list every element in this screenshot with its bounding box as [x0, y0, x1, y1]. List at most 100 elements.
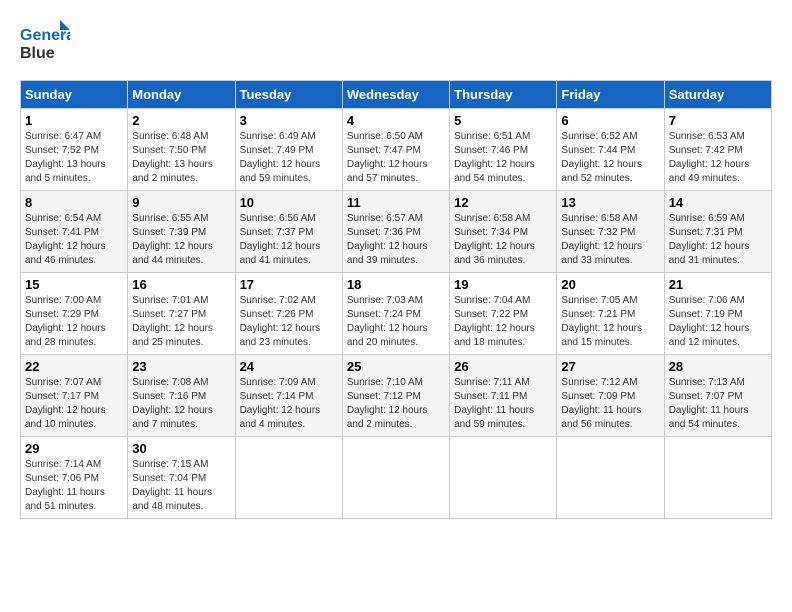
day-info: Sunrise: 7:05 AM Sunset: 7:21 PM Dayligh… — [561, 294, 659, 350]
day-info: Sunrise: 6:59 AM Sunset: 7:31 PM Dayligh… — [669, 212, 767, 268]
day-cell: 21 Sunrise: 7:06 AM Sunset: 7:19 PM Dayl… — [664, 273, 771, 355]
day-info: Sunrise: 7:15 AM Sunset: 7:04 PM Dayligh… — [132, 458, 230, 514]
column-header-wednesday: Wednesday — [342, 81, 449, 109]
day-cell: 3 Sunrise: 6:49 AM Sunset: 7:49 PM Dayli… — [235, 109, 342, 191]
day-cell: 19 Sunrise: 7:04 AM Sunset: 7:22 PM Dayl… — [450, 273, 557, 355]
day-number: 25 — [347, 359, 445, 374]
svg-text:Blue: Blue — [20, 45, 55, 62]
day-cell: 14 Sunrise: 6:59 AM Sunset: 7:31 PM Dayl… — [664, 191, 771, 273]
day-cell: 23 Sunrise: 7:08 AM Sunset: 7:16 PM Dayl… — [128, 355, 235, 437]
day-number: 13 — [561, 195, 659, 210]
day-number: 22 — [25, 359, 123, 374]
day-number: 26 — [454, 359, 552, 374]
column-header-saturday: Saturday — [664, 81, 771, 109]
day-cell: 24 Sunrise: 7:09 AM Sunset: 7:14 PM Dayl… — [235, 355, 342, 437]
day-number: 16 — [132, 277, 230, 292]
day-info: Sunrise: 7:13 AM Sunset: 7:07 PM Dayligh… — [669, 376, 767, 432]
day-cell: 27 Sunrise: 7:12 AM Sunset: 7:09 PM Dayl… — [557, 355, 664, 437]
day-number: 23 — [132, 359, 230, 374]
day-cell: 6 Sunrise: 6:52 AM Sunset: 7:44 PM Dayli… — [557, 109, 664, 191]
calendar-week-row: 29 Sunrise: 7:14 AM Sunset: 7:06 PM Dayl… — [21, 437, 772, 519]
calendar-header-row: SundayMondayTuesdayWednesdayThursdayFrid… — [21, 81, 772, 109]
calendar-week-row: 22 Sunrise: 7:07 AM Sunset: 7:17 PM Dayl… — [21, 355, 772, 437]
empty-day-cell — [664, 437, 771, 519]
day-info: Sunrise: 7:00 AM Sunset: 7:29 PM Dayligh… — [25, 294, 123, 350]
day-cell: 2 Sunrise: 6:48 AM Sunset: 7:50 PM Dayli… — [128, 109, 235, 191]
day-info: Sunrise: 6:50 AM Sunset: 7:47 PM Dayligh… — [347, 130, 445, 186]
day-cell: 16 Sunrise: 7:01 AM Sunset: 7:27 PM Dayl… — [128, 273, 235, 355]
day-info: Sunrise: 6:52 AM Sunset: 7:44 PM Dayligh… — [561, 130, 659, 186]
day-info: Sunrise: 7:14 AM Sunset: 7:06 PM Dayligh… — [25, 458, 123, 514]
day-info: Sunrise: 6:58 AM Sunset: 7:34 PM Dayligh… — [454, 212, 552, 268]
day-number: 28 — [669, 359, 767, 374]
day-number: 6 — [561, 113, 659, 128]
empty-day-cell — [342, 437, 449, 519]
day-number: 3 — [240, 113, 338, 128]
day-info: Sunrise: 7:10 AM Sunset: 7:12 PM Dayligh… — [347, 376, 445, 432]
day-cell: 7 Sunrise: 6:53 AM Sunset: 7:42 PM Dayli… — [664, 109, 771, 191]
day-number: 27 — [561, 359, 659, 374]
day-info: Sunrise: 6:54 AM Sunset: 7:41 PM Dayligh… — [25, 212, 123, 268]
day-info: Sunrise: 6:56 AM Sunset: 7:37 PM Dayligh… — [240, 212, 338, 268]
empty-day-cell — [450, 437, 557, 519]
day-info: Sunrise: 7:06 AM Sunset: 7:19 PM Dayligh… — [669, 294, 767, 350]
day-cell: 18 Sunrise: 7:03 AM Sunset: 7:24 PM Dayl… — [342, 273, 449, 355]
day-cell: 1 Sunrise: 6:47 AM Sunset: 7:52 PM Dayli… — [21, 109, 128, 191]
day-info: Sunrise: 7:08 AM Sunset: 7:16 PM Dayligh… — [132, 376, 230, 432]
day-cell: 28 Sunrise: 7:13 AM Sunset: 7:07 PM Dayl… — [664, 355, 771, 437]
day-info: Sunrise: 6:57 AM Sunset: 7:36 PM Dayligh… — [347, 212, 445, 268]
day-number: 1 — [25, 113, 123, 128]
day-info: Sunrise: 7:11 AM Sunset: 7:11 PM Dayligh… — [454, 376, 552, 432]
day-number: 15 — [25, 277, 123, 292]
day-number: 21 — [669, 277, 767, 292]
day-info: Sunrise: 6:49 AM Sunset: 7:49 PM Dayligh… — [240, 130, 338, 186]
day-number: 5 — [454, 113, 552, 128]
day-number: 7 — [669, 113, 767, 128]
day-info: Sunrise: 6:48 AM Sunset: 7:50 PM Dayligh… — [132, 130, 230, 186]
day-cell: 15 Sunrise: 7:00 AM Sunset: 7:29 PM Dayl… — [21, 273, 128, 355]
day-number: 18 — [347, 277, 445, 292]
column-header-thursday: Thursday — [450, 81, 557, 109]
day-cell: 10 Sunrise: 6:56 AM Sunset: 7:37 PM Dayl… — [235, 191, 342, 273]
day-cell: 20 Sunrise: 7:05 AM Sunset: 7:21 PM Dayl… — [557, 273, 664, 355]
day-number: 12 — [454, 195, 552, 210]
day-number: 2 — [132, 113, 230, 128]
day-number: 8 — [25, 195, 123, 210]
column-header-friday: Friday — [557, 81, 664, 109]
day-info: Sunrise: 7:03 AM Sunset: 7:24 PM Dayligh… — [347, 294, 445, 350]
day-cell: 30 Sunrise: 7:15 AM Sunset: 7:04 PM Dayl… — [128, 437, 235, 519]
day-info: Sunrise: 6:58 AM Sunset: 7:32 PM Dayligh… — [561, 212, 659, 268]
day-cell: 29 Sunrise: 7:14 AM Sunset: 7:06 PM Dayl… — [21, 437, 128, 519]
day-info: Sunrise: 7:07 AM Sunset: 7:17 PM Dayligh… — [25, 376, 123, 432]
day-info: Sunrise: 7:02 AM Sunset: 7:26 PM Dayligh… — [240, 294, 338, 350]
day-number: 14 — [669, 195, 767, 210]
day-cell: 5 Sunrise: 6:51 AM Sunset: 7:46 PM Dayli… — [450, 109, 557, 191]
day-number: 30 — [132, 441, 230, 456]
day-cell: 17 Sunrise: 7:02 AM Sunset: 7:26 PM Dayl… — [235, 273, 342, 355]
logo: General Blue — [20, 20, 76, 70]
day-info: Sunrise: 6:53 AM Sunset: 7:42 PM Dayligh… — [669, 130, 767, 186]
day-info: Sunrise: 7:09 AM Sunset: 7:14 PM Dayligh… — [240, 376, 338, 432]
day-cell: 13 Sunrise: 6:58 AM Sunset: 7:32 PM Dayl… — [557, 191, 664, 273]
day-info: Sunrise: 7:04 AM Sunset: 7:22 PM Dayligh… — [454, 294, 552, 350]
day-number: 20 — [561, 277, 659, 292]
empty-day-cell — [235, 437, 342, 519]
day-number: 29 — [25, 441, 123, 456]
day-cell: 8 Sunrise: 6:54 AM Sunset: 7:41 PM Dayli… — [21, 191, 128, 273]
day-info: Sunrise: 7:12 AM Sunset: 7:09 PM Dayligh… — [561, 376, 659, 432]
day-cell: 4 Sunrise: 6:50 AM Sunset: 7:47 PM Dayli… — [342, 109, 449, 191]
day-number: 10 — [240, 195, 338, 210]
day-number: 19 — [454, 277, 552, 292]
column-header-sunday: Sunday — [21, 81, 128, 109]
day-number: 9 — [132, 195, 230, 210]
day-cell: 22 Sunrise: 7:07 AM Sunset: 7:17 PM Dayl… — [21, 355, 128, 437]
calendar-week-row: 8 Sunrise: 6:54 AM Sunset: 7:41 PM Dayli… — [21, 191, 772, 273]
day-info: Sunrise: 6:51 AM Sunset: 7:46 PM Dayligh… — [454, 130, 552, 186]
day-cell: 9 Sunrise: 6:55 AM Sunset: 7:39 PM Dayli… — [128, 191, 235, 273]
day-info: Sunrise: 6:55 AM Sunset: 7:39 PM Dayligh… — [132, 212, 230, 268]
day-cell: 25 Sunrise: 7:10 AM Sunset: 7:12 PM Dayl… — [342, 355, 449, 437]
calendar-week-row: 15 Sunrise: 7:00 AM Sunset: 7:29 PM Dayl… — [21, 273, 772, 355]
day-number: 17 — [240, 277, 338, 292]
day-info: Sunrise: 6:47 AM Sunset: 7:52 PM Dayligh… — [25, 130, 123, 186]
calendar-week-row: 1 Sunrise: 6:47 AM Sunset: 7:52 PM Dayli… — [21, 109, 772, 191]
